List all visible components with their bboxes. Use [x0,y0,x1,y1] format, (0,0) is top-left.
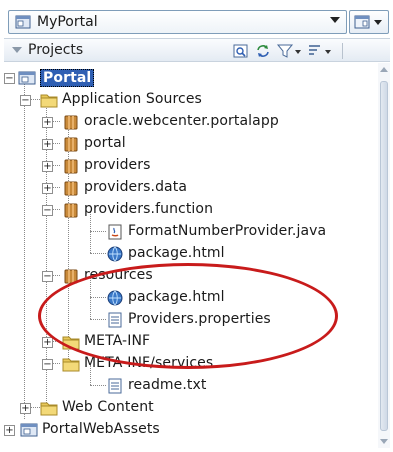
tree-item[interactable]: − META-INF/services [4,353,374,375]
package-icon [62,157,80,175]
tree-item-label: Web Content [62,399,154,415]
tree-item-label: PortalWebAssets [42,421,160,437]
expand-toggle-icon[interactable]: + [20,403,31,414]
tree-item[interactable]: + Web Content [4,397,374,419]
project-selector[interactable]: MyPortal [8,10,347,34]
folder-icon [62,355,80,373]
top-bar: MyPortal [4,2,390,36]
text-file-icon [106,377,124,395]
tree-item-label: package.html [128,245,225,261]
project-icon [20,421,38,439]
navigator-icon [354,15,370,29]
expand-toggle-icon[interactable]: + [42,139,53,150]
navigator-icon[interactable] [232,42,250,60]
collapse-toggle-icon[interactable]: − [20,95,31,106]
filter-icon[interactable] [276,42,304,60]
tree-item-label: providers.data [84,179,188,195]
tree-item-label: portal [84,135,126,151]
tree-item[interactable]: − Application Sources [4,89,374,111]
collapse-toggle-icon[interactable]: − [4,73,15,84]
chevron-down-icon [330,17,340,23]
panel-title: Projects [28,42,84,58]
scroll-down-icon[interactable] [380,439,388,444]
tree-item[interactable]: + oracle.webcenter.portalapp [4,111,374,133]
project-tree: − Portal − Application Sources + oracle.webce… [4,63,376,448]
tree-item-label: FormatNumberProvider.java [128,223,327,239]
collapse-toggle-icon[interactable]: − [42,271,53,282]
sync-icon[interactable] [254,42,272,60]
tree-item-label: oracle.webcenter.portalapp [84,113,279,129]
tree-item-label: providers [84,157,151,173]
tree-item-label: resources [84,267,153,283]
expand-toggle-icon[interactable]: + [42,183,53,194]
chevron-down-icon [374,20,382,25]
tree-item[interactable]: package.html [4,243,374,265]
expand-toggle-icon[interactable]: + [4,425,15,436]
package-icon [62,267,80,285]
tree-item[interactable]: + portal [4,133,374,155]
package-icon [62,179,80,197]
tree-item[interactable]: + providers.data [4,177,374,199]
projects-window: MyPortal Projects − Portal − Application… [0,0,393,452]
tree-item[interactable]: + META-INF [4,331,374,353]
tree-item-label: readme.txt [128,377,207,393]
html-file-icon [106,289,124,307]
portal-project-icon [15,15,31,29]
vertical-scrollbar[interactable] [378,63,390,448]
tree-item[interactable]: Providers.properties [4,309,374,331]
sort-icon[interactable] [306,42,334,60]
folder-icon [40,399,58,417]
tree-item[interactable]: readme.txt [4,375,374,397]
tree-item-label: Providers.properties [128,311,271,327]
folder-icon [40,91,58,109]
collapse-toggle-icon[interactable]: − [42,359,53,370]
toolbar-separator [342,43,343,59]
tree-item-label: Portal [40,69,95,87]
package-icon [62,201,80,219]
project-icon [18,69,36,87]
scrollbar-thumb[interactable] [380,81,388,431]
collapse-toggle-icon[interactable]: − [42,205,53,216]
tree-item[interactable]: FormatNumberProvider.java [4,221,374,243]
project-selector-value: MyPortal [37,14,98,30]
tree-item-label: META-INF [84,333,151,349]
panel-header[interactable]: Projects [4,38,390,62]
tree-item[interactable]: − Portal [4,67,374,89]
html-file-icon [106,245,124,263]
folder-icon [62,333,80,351]
package-icon [62,113,80,131]
text-file-icon [106,311,124,329]
tree-item-label: package.html [128,289,225,305]
expand-toggle-icon[interactable]: + [42,161,53,172]
tree-item[interactable]: package.html [4,287,374,309]
tree-item[interactable]: − resources [4,265,374,287]
tree-item[interactable]: + PortalWebAssets [4,419,374,441]
expand-toggle-icon[interactable]: + [42,337,53,348]
java-file-icon [106,223,124,241]
tree-item-label: providers.function [84,201,214,217]
tree-item-label: Application Sources [62,91,202,107]
expand-toggle-icon[interactable]: + [42,117,53,128]
tree-item[interactable]: + providers [4,155,374,177]
tree-item[interactable]: − providers.function [4,199,374,221]
collapse-triangle-icon[interactable] [12,47,22,53]
tree-item-label: META-INF/services [84,355,214,371]
scroll-up-icon[interactable] [380,67,388,72]
package-icon [62,135,80,153]
navigator-menu-button[interactable] [349,10,389,34]
